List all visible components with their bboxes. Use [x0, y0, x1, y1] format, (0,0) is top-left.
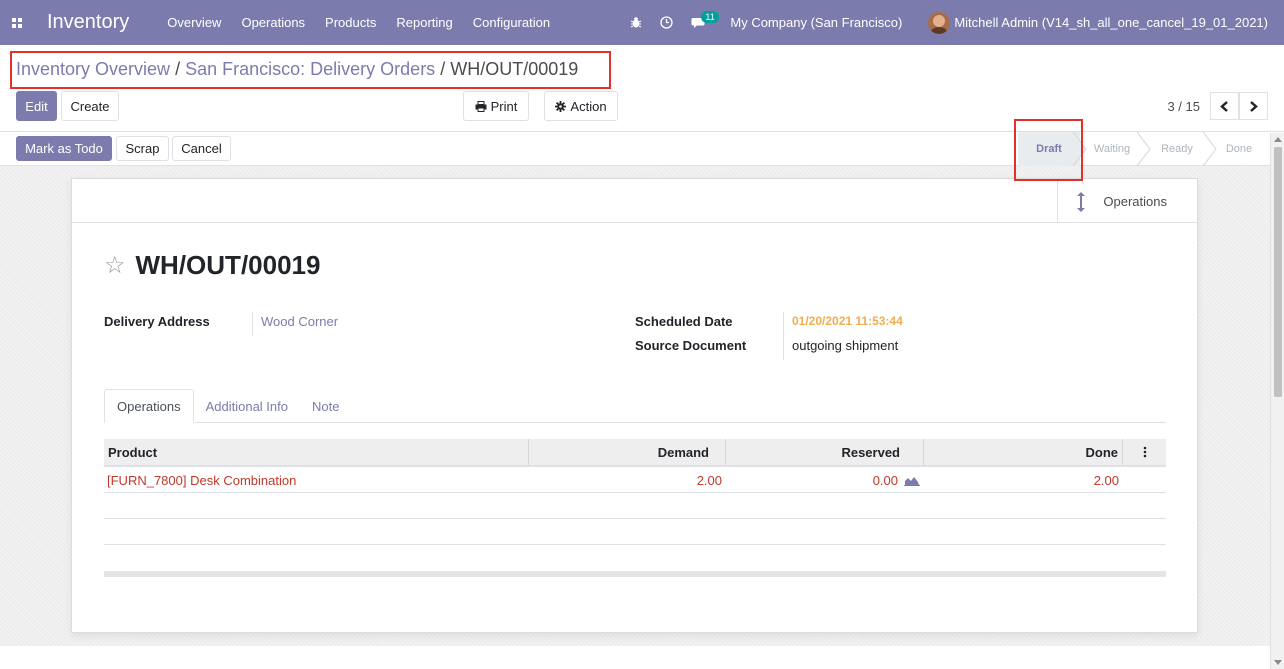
- status-highlight: [1014, 119, 1083, 181]
- field-separator: [783, 312, 784, 360]
- menu-item-products[interactable]: Products: [325, 15, 376, 30]
- scroll-down-arrow-icon[interactable]: [1274, 660, 1282, 665]
- operations-table: Product Demand Reserved Done [FURN_7800]…: [104, 439, 1166, 577]
- status-step-waiting[interactable]: Waiting: [1080, 132, 1151, 166]
- chevron-left-icon: [1220, 100, 1228, 112]
- operations-smart-button[interactable]: Operations: [1057, 179, 1197, 223]
- breadcrumb-separator: /: [440, 59, 446, 79]
- star-icon[interactable]: ☆: [104, 251, 126, 280]
- company-switcher[interactable]: My Company (San Francisco): [730, 15, 902, 30]
- vertical-arrows-icon: [1077, 192, 1085, 212]
- print-label: Print: [490, 98, 518, 114]
- pager-previous-button[interactable]: [1210, 92, 1239, 120]
- apps-menu-icon[interactable]: [0, 0, 34, 45]
- form-statusbar: Mark as Todo Scrap Cancel Draft Waiting …: [0, 132, 1284, 166]
- smart-button-box: Operations: [72, 179, 1197, 223]
- breadcrumb: Inventory Overview / San Francisco: Deli…: [16, 59, 578, 80]
- tab-operations[interactable]: Operations: [104, 389, 194, 423]
- status-step-ready[interactable]: Ready: [1144, 132, 1217, 166]
- menu-item-configuration[interactable]: Configuration: [473, 15, 550, 30]
- empty-table-row: [104, 493, 1166, 519]
- source-document-label: Source Document: [635, 338, 747, 353]
- messaging-chat-icon[interactable]: 11: [691, 10, 719, 29]
- field-separator: [252, 312, 253, 336]
- user-avatar[interactable]: [928, 11, 951, 34]
- app-name[interactable]: Inventory: [47, 11, 129, 34]
- column-header-done[interactable]: Done: [924, 439, 1123, 465]
- status-step-label: Ready: [1161, 143, 1193, 155]
- chevron-right-icon: [1250, 100, 1258, 112]
- tab-additional-info[interactable]: Additional Info: [194, 389, 300, 423]
- cell-done: 2.00: [1093, 472, 1119, 488]
- table-header: Product Demand Reserved Done: [104, 439, 1166, 467]
- chevron-separator-icon: [1203, 132, 1217, 166]
- notebook-tabs: Operations Additional Info Note: [104, 389, 1166, 423]
- mark-as-todo-button[interactable]: Mark as Todo: [16, 136, 112, 161]
- form-sheet: Operations ☆ WH/OUT/00019 Delivery Addre…: [71, 178, 1198, 633]
- column-header-product[interactable]: Product: [104, 439, 529, 465]
- control-panel: Inventory Overview / San Francisco: Deli…: [0, 45, 1284, 132]
- forecast-chart-icon[interactable]: [904, 475, 920, 486]
- print-icon: [475, 100, 487, 112]
- smart-button-label: Operations: [1103, 193, 1167, 209]
- tab-note[interactable]: Note: [300, 389, 351, 423]
- action-label: Action: [570, 98, 607, 114]
- scrap-button[interactable]: Scrap: [116, 136, 169, 161]
- breadcrumb-delivery-orders[interactable]: San Francisco: Delivery Orders: [185, 59, 435, 79]
- print-button[interactable]: Print: [463, 91, 529, 121]
- delivery-address-label: Delivery Address: [104, 314, 210, 329]
- record-title: ☆ WH/OUT/00019: [104, 250, 320, 281]
- breadcrumb-current: WH/OUT/00019: [450, 59, 579, 79]
- cell-reserved-value: 0.00: [872, 472, 898, 488]
- systray: 11 My Company (San Francisco) Mitchell A…: [621, 0, 1284, 45]
- chevron-separator-icon: [1137, 132, 1151, 166]
- pager-value[interactable]: 3 / 15: [1167, 99, 1200, 114]
- scheduled-date-value: 01/20/2021 11:53:44: [792, 314, 903, 328]
- user-menu[interactable]: Mitchell Admin (V14_sh_all_one_cancel_19…: [954, 15, 1268, 30]
- optional-columns-icon[interactable]: [1123, 439, 1166, 465]
- bottom-strip: [0, 646, 1270, 669]
- breadcrumb-separator: /: [175, 59, 181, 79]
- page-scrollbar[interactable]: [1270, 133, 1284, 669]
- menu-item-reporting[interactable]: Reporting: [396, 15, 452, 30]
- table-footer: [104, 571, 1166, 577]
- edit-button[interactable]: Edit: [16, 91, 57, 121]
- pager-next-button[interactable]: [1239, 92, 1268, 120]
- column-header-demand[interactable]: Demand: [529, 439, 726, 465]
- status-step-label: Waiting: [1093, 143, 1131, 155]
- empty-table-row: [104, 519, 1166, 545]
- breadcrumb-inventory-overview[interactable]: Inventory Overview: [16, 59, 170, 79]
- menu-item-operations[interactable]: Operations: [241, 15, 305, 30]
- top-navbar: Inventory Overview Operations Products R…: [0, 0, 1284, 45]
- source-document-value: outgoing shipment: [792, 338, 899, 353]
- scroll-up-arrow-icon[interactable]: [1274, 137, 1282, 142]
- status-step-label: Done: [1225, 143, 1253, 155]
- menu-item-overview[interactable]: Overview: [167, 15, 221, 30]
- cell-reserved: 0.00: [726, 467, 924, 493]
- scrollbar-thumb[interactable]: [1274, 147, 1282, 397]
- status-step-done[interactable]: Done: [1210, 132, 1268, 166]
- delivery-address-link[interactable]: Wood Corner: [261, 314, 338, 329]
- cell-demand: 2.00: [696, 472, 722, 488]
- create-button[interactable]: Create: [61, 91, 119, 121]
- scheduled-date-label: Scheduled Date: [635, 314, 733, 329]
- gear-icon: [555, 100, 567, 112]
- action-button[interactable]: Action: [544, 91, 618, 121]
- cell-product: [FURN_7800] Desk Combination: [107, 472, 297, 488]
- chat-count-badge: 11: [701, 10, 719, 23]
- main-menu: Overview Operations Products Reporting C…: [167, 15, 570, 30]
- activity-clock-icon[interactable]: [660, 16, 674, 29]
- cancel-button[interactable]: Cancel: [172, 136, 231, 161]
- record-name: WH/OUT/00019: [135, 250, 321, 280]
- form-content-area: Operations ☆ WH/OUT/00019 Delivery Addre…: [0, 166, 1270, 646]
- column-header-reserved[interactable]: Reserved: [726, 439, 924, 465]
- debug-bug-icon[interactable]: [630, 16, 642, 29]
- table-row[interactable]: [FURN_7800] Desk Combination 2.00 0.00 2…: [104, 467, 1166, 493]
